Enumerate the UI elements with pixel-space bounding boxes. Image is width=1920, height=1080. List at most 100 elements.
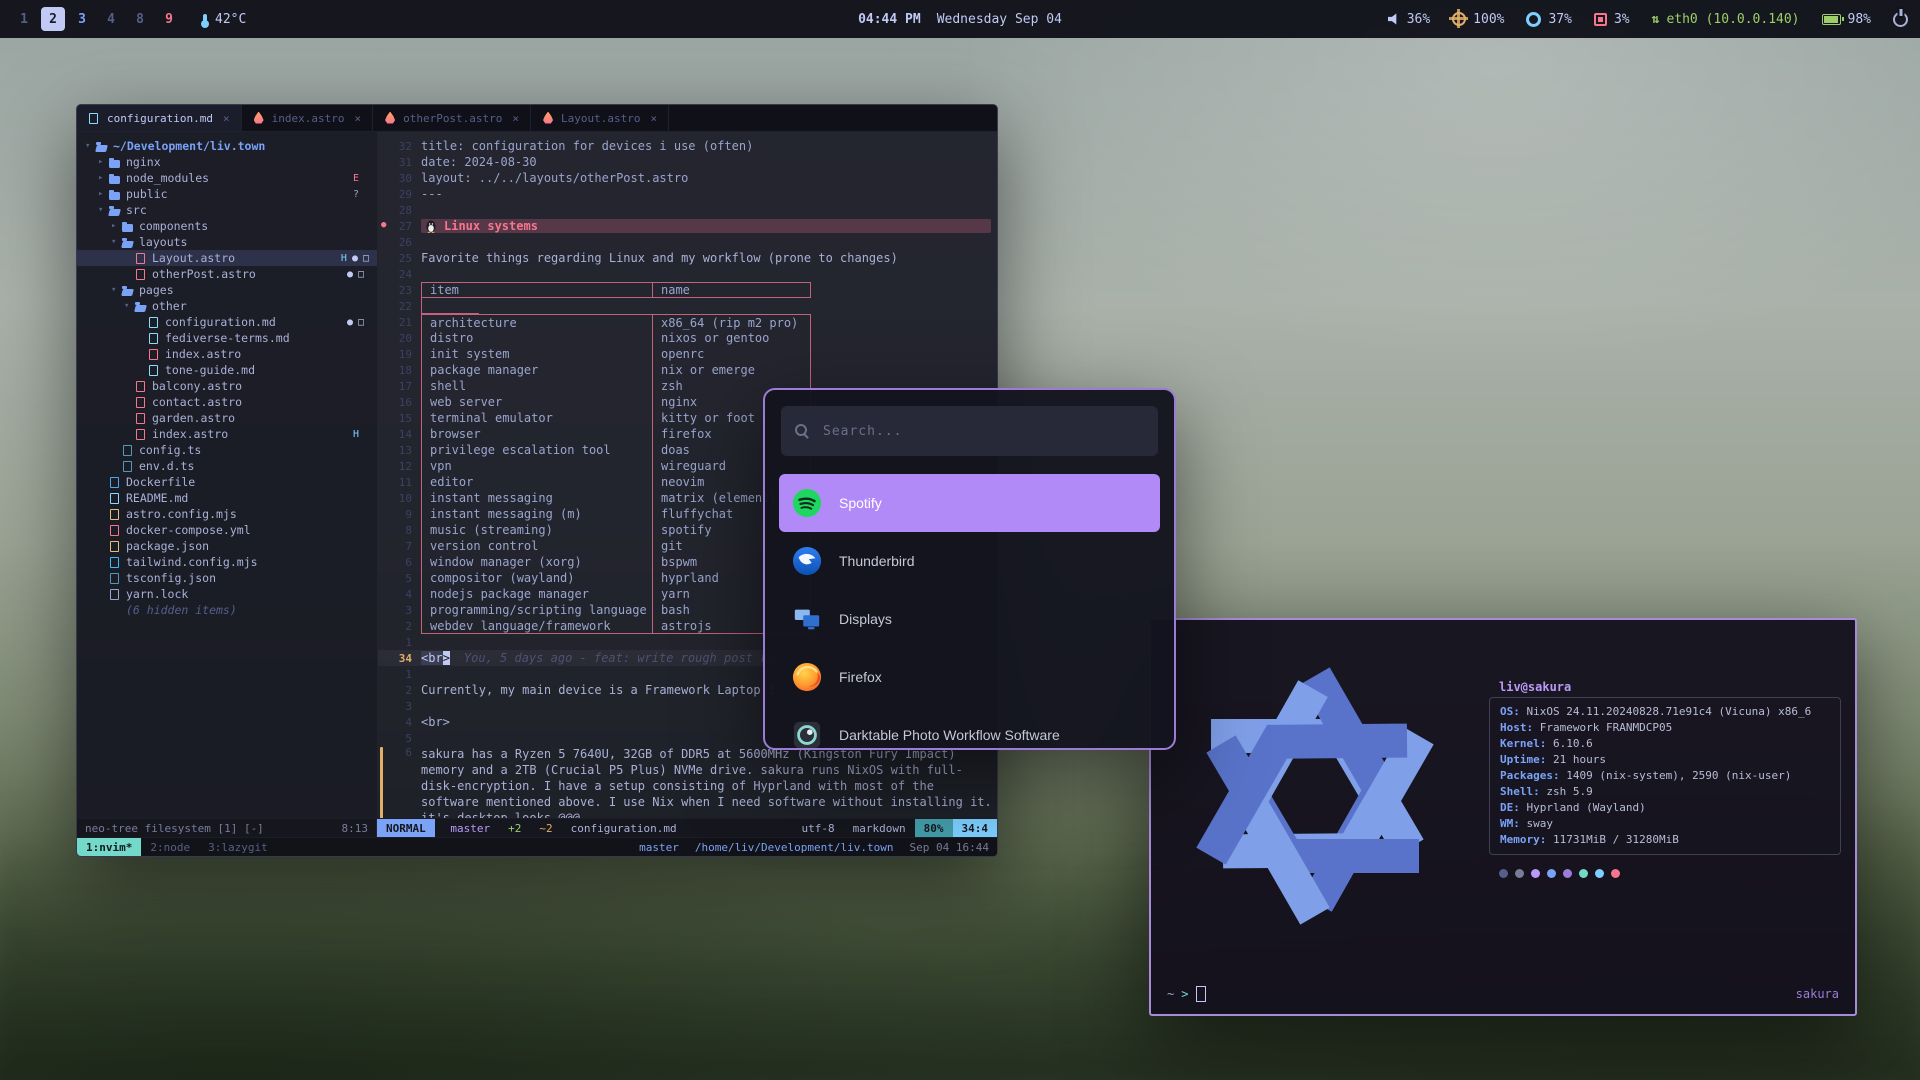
- system-info-line: HostFramework FRANMDCP05: [1500, 720, 1830, 736]
- workspace-button[interactable]: 9: [157, 7, 181, 31]
- battery-module[interactable]: 98%: [1822, 12, 1871, 27]
- power-button[interactable]: [1893, 12, 1908, 27]
- line-text: layout: ../../layouts/otherPost.astro: [421, 171, 688, 185]
- file-tree-item[interactable]: configuration.md ● □: [77, 314, 377, 330]
- line-number: 4: [382, 716, 421, 729]
- editor-tab[interactable]: configuration.md: [77, 105, 242, 131]
- file-tree-item[interactable]: config.ts: [77, 442, 377, 458]
- speaker-icon: [1388, 13, 1400, 25]
- file-icon: [109, 524, 121, 537]
- file-tree-item[interactable]: otherPost.astro ● □: [77, 266, 377, 282]
- launcher-item-label: Spotify: [839, 495, 882, 511]
- file-name: nginx: [126, 155, 161, 169]
- file-tree-item[interactable]: tsconfig.json: [77, 570, 377, 586]
- file-tree-item[interactable]: astro.config.mjs: [77, 506, 377, 522]
- file-name: other: [152, 299, 187, 313]
- file-icon: [109, 540, 121, 553]
- temperature-value: 42°C: [215, 12, 246, 27]
- file-tree-item[interactable]: ▸ nginx: [77, 154, 377, 170]
- penguin-icon: [425, 220, 437, 233]
- file-name: node_modules: [126, 171, 209, 185]
- launcher-item-displays[interactable]: Displays: [779, 590, 1160, 648]
- file-tree-item[interactable]: ▾ other: [77, 298, 377, 314]
- launcher-item-firefox[interactable]: Firefox: [779, 648, 1160, 706]
- close-icon[interactable]: [223, 112, 230, 125]
- tmux-window[interactable]: 2:node: [141, 838, 199, 856]
- search-input[interactable]: [821, 423, 1144, 440]
- file-tree-item[interactable]: balcony.astro: [77, 378, 377, 394]
- file-tree-item[interactable]: ▾ src: [77, 202, 377, 218]
- file-tree-item[interactable]: contact.astro: [77, 394, 377, 410]
- editor-line: 30 layout: ../../layouts/otherPost.astro: [378, 170, 997, 186]
- close-icon[interactable]: [512, 112, 519, 125]
- file-tree-item[interactable]: tone-guide.md: [77, 362, 377, 378]
- editor-tab[interactable]: Layout.astro: [531, 105, 669, 131]
- git-status-mark: H: [341, 253, 347, 264]
- volume-module[interactable]: 36%: [1388, 12, 1430, 27]
- file-tree-item[interactable]: Dockerfile: [77, 474, 377, 490]
- editor-tab[interactable]: otherPost.astro: [373, 105, 531, 131]
- fastfetch-terminal[interactable]: liv@sakura OSNixOS 24.11.20240828.71e91c…: [1149, 618, 1857, 1016]
- file-tree-item[interactable]: ▸ components: [77, 218, 377, 234]
- file-tree-item[interactable]: tailwind.config.mjs: [77, 554, 377, 570]
- statusline-segment: +2: [499, 819, 530, 837]
- file-tree-item[interactable]: README.md: [77, 490, 377, 506]
- file-tree-item[interactable]: docker-compose.yml: [77, 522, 377, 538]
- file-type-icon: [542, 112, 554, 125]
- table-separator: [421, 298, 479, 314]
- git-status-mark: H: [353, 429, 359, 440]
- tmux-window[interactable]: 3:lazygit: [199, 838, 277, 856]
- table-cell-item: instant messaging: [421, 490, 653, 506]
- file-name: balcony.astro: [152, 379, 242, 393]
- file-tree-item[interactable]: ▸ public ?: [77, 186, 377, 202]
- file-tree-item[interactable]: fediverse-terms.md: [77, 330, 377, 346]
- workspace-button[interactable]: 3: [70, 7, 94, 31]
- workspace-button[interactable]: 2: [41, 7, 65, 31]
- cpu-module[interactable]: 3%: [1594, 12, 1630, 27]
- file-tree-item[interactable]: index.astro H: [77, 426, 377, 442]
- file-tree-item[interactable]: package.json: [77, 538, 377, 554]
- shell-prompt[interactable]: ~ > sakura: [1167, 986, 1839, 1002]
- brightness-module[interactable]: 100%: [1452, 12, 1504, 27]
- workspace-button[interactable]: 1: [12, 7, 36, 31]
- palette-dot: [1531, 869, 1540, 878]
- launcher-search[interactable]: [781, 406, 1158, 456]
- table-cell-item: browser: [421, 426, 653, 442]
- file-tree-item[interactable]: ▾ pages: [77, 282, 377, 298]
- workspace-button[interactable]: 8: [128, 7, 152, 31]
- file-tree-item[interactable]: Layout.astro H ● □: [77, 250, 377, 266]
- file-tree-item[interactable]: yarn.lock: [77, 586, 377, 602]
- file-tree-item[interactable]: (6 hidden items): [77, 602, 377, 618]
- close-icon[interactable]: [651, 112, 658, 125]
- git-status-mark: ●: [347, 269, 353, 280]
- launcher-item-label: Firefox: [839, 669, 882, 685]
- file-tree-item[interactable]: garden.astro: [77, 410, 377, 426]
- file-tree-item[interactable]: env.d.ts: [77, 458, 377, 474]
- palette-dot: [1499, 869, 1508, 878]
- launcher-item-spotify[interactable]: Spotify: [779, 474, 1160, 532]
- line-number: 30: [382, 172, 421, 185]
- line-number: 18: [382, 364, 421, 377]
- line-number: 1: [382, 636, 421, 649]
- network-module[interactable]: eth0 (10.0.0.140): [1652, 12, 1800, 27]
- file-tree-item[interactable]: index.astro: [77, 346, 377, 362]
- file-tree-item[interactable]: ▾ layouts: [77, 234, 377, 250]
- system-info-box: OSNixOS 24.11.20240828.71e91c4 (Vicuna) …: [1489, 697, 1841, 855]
- darktable-icon: [792, 720, 822, 750]
- tmux-window[interactable]: 1:nvim*: [77, 838, 141, 856]
- workspace-button[interactable]: 4: [99, 7, 123, 31]
- launcher-item-label: Darktable Photo Workflow Software: [839, 727, 1060, 743]
- file-tree-item[interactable]: ▾ ~/Development/liv.town: [77, 138, 377, 154]
- chevron-icon: ▾: [111, 285, 122, 295]
- launcher-item-thunderbird[interactable]: Thunderbird: [779, 532, 1160, 590]
- info-value: 21 hours: [1553, 753, 1606, 766]
- launcher-item-darktable[interactable]: Darktable Photo Workflow Software: [779, 706, 1160, 750]
- file-icon: [122, 284, 134, 297]
- close-icon[interactable]: [354, 112, 361, 125]
- file-tree-item[interactable]: ▸ node_modules E: [77, 170, 377, 186]
- app-launcher: Spotify Thunderbird Displays: [763, 388, 1176, 750]
- chevron-icon: ▸: [111, 221, 122, 231]
- editor-tab[interactable]: index.astro: [242, 105, 373, 131]
- memory-module[interactable]: 37%: [1526, 12, 1571, 27]
- editor-line: 31 date: 2024-08-30: [378, 154, 997, 170]
